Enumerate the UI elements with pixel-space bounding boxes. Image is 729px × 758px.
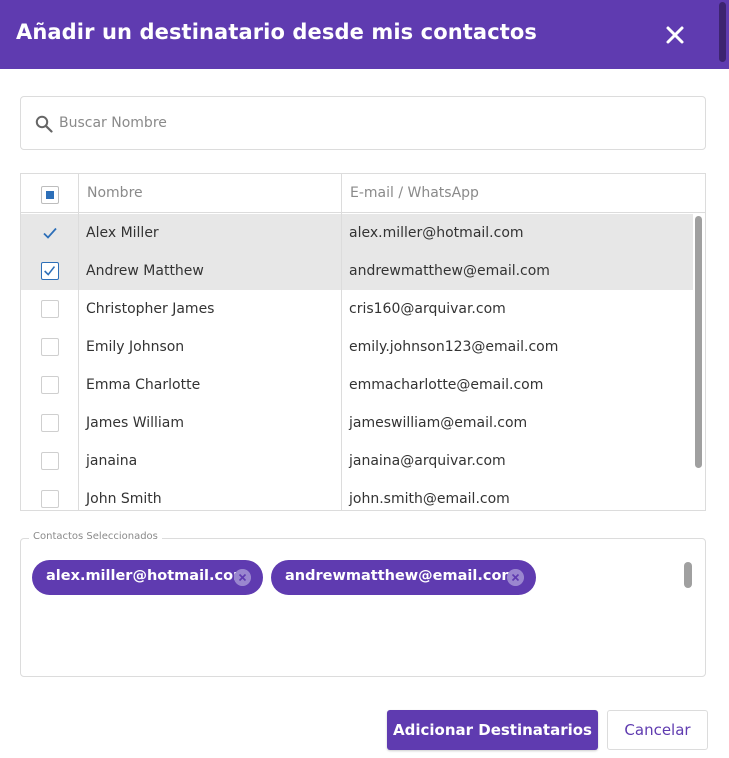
table-row[interactable]: Andrew Matthew andrewmatthew@email.com: [21, 252, 693, 290]
checkbox[interactable]: [41, 490, 59, 508]
table-row[interactable]: James William jameswilliam@email.com: [21, 404, 693, 442]
table-row[interactable]: John Smith john.smith@email.com: [21, 480, 693, 510]
checkbox[interactable]: [41, 414, 59, 432]
selected-scrollbar-thumb[interactable]: [684, 562, 692, 588]
table-row[interactable]: Emily Johnson emily.johnson123@email.com: [21, 328, 693, 366]
table-scrollbar[interactable]: [694, 214, 704, 510]
table-row[interactable]: Emma Charlotte emmacharlotte@email.com: [21, 366, 693, 404]
search-input[interactable]: [59, 109, 679, 137]
cancel-button[interactable]: Cancelar: [607, 710, 708, 750]
chip-label: alex.miller@hotmail.com: [46, 568, 249, 584]
contact-name: Emily Johnson: [86, 339, 185, 355]
checkbox[interactable]: [41, 376, 59, 394]
column-divider: [341, 174, 342, 510]
column-header-email[interactable]: E-mail / WhatsApp: [350, 185, 479, 201]
contact-email: emily.johnson123@email.com: [349, 339, 559, 355]
contact-email: andrewmatthew@email.com: [349, 263, 550, 279]
checkbox[interactable]: [41, 300, 59, 318]
selected-contacts-legend: Contactos Seleccionados: [29, 531, 162, 542]
column-header-name[interactable]: Nombre: [87, 185, 143, 201]
selected-chip: alex.miller@hotmail.com: [32, 560, 263, 595]
checkbox-checked[interactable]: [41, 262, 59, 280]
selected-chip: andrewmatthew@email.com: [271, 560, 536, 595]
contact-name: Christopher James: [86, 301, 215, 317]
checkbox[interactable]: [41, 338, 59, 356]
checkbox[interactable]: [41, 452, 59, 470]
add-recipients-button[interactable]: Adicionar Destinatarios: [387, 710, 598, 750]
contact-name: John Smith: [86, 491, 162, 507]
contact-name: James William: [86, 415, 185, 431]
contact-name: janaina: [86, 453, 138, 469]
dialog-header: Añadir un destinatario desde mis contact…: [0, 0, 729, 69]
column-divider: [78, 174, 79, 510]
contact-email: alex.miller@hotmail.com: [349, 225, 524, 241]
contact-name: Alex Miller: [86, 225, 159, 241]
contact-email: cris160@arquivar.com: [349, 301, 506, 317]
contact-email: john.smith@email.com: [349, 491, 510, 507]
table-row[interactable]: Christopher James cris160@arquivar.com: [21, 290, 693, 328]
table-header: Nombre E-mail / WhatsApp: [21, 174, 705, 213]
indeterminate-indicator: [46, 191, 54, 199]
contacts-table: Nombre E-mail / WhatsApp Alex Miller ale…: [20, 173, 706, 511]
select-all-checkbox[interactable]: [41, 186, 59, 204]
search-box: [20, 96, 706, 150]
page-scrollbar[interactable]: [719, 2, 726, 62]
remove-chip-icon[interactable]: [507, 569, 524, 586]
table-row[interactable]: janaina janaina@arquivar.com: [21, 442, 693, 480]
contact-name: Andrew Matthew: [86, 263, 204, 279]
chip-label: andrewmatthew@email.com: [285, 568, 517, 584]
remove-chip-icon[interactable]: [234, 569, 251, 586]
table-scrollbar-thumb[interactable]: [695, 216, 702, 468]
table-row[interactable]: Alex Miller alex.miller@hotmail.com: [21, 214, 693, 252]
contact-email: janaina@arquivar.com: [349, 453, 506, 469]
checkbox-checked[interactable]: [41, 224, 59, 242]
selected-contacts-box: Contactos Seleccionados alex.miller@hotm…: [20, 531, 706, 677]
contact-email: emmacharlotte@email.com: [349, 377, 544, 393]
search-icon: [35, 115, 53, 133]
contact-name: Emma Charlotte: [86, 377, 201, 393]
dialog-title: Añadir un destinatario desde mis contact…: [16, 20, 538, 44]
close-icon[interactable]: [662, 22, 688, 48]
contact-email: jameswilliam@email.com: [349, 415, 528, 431]
